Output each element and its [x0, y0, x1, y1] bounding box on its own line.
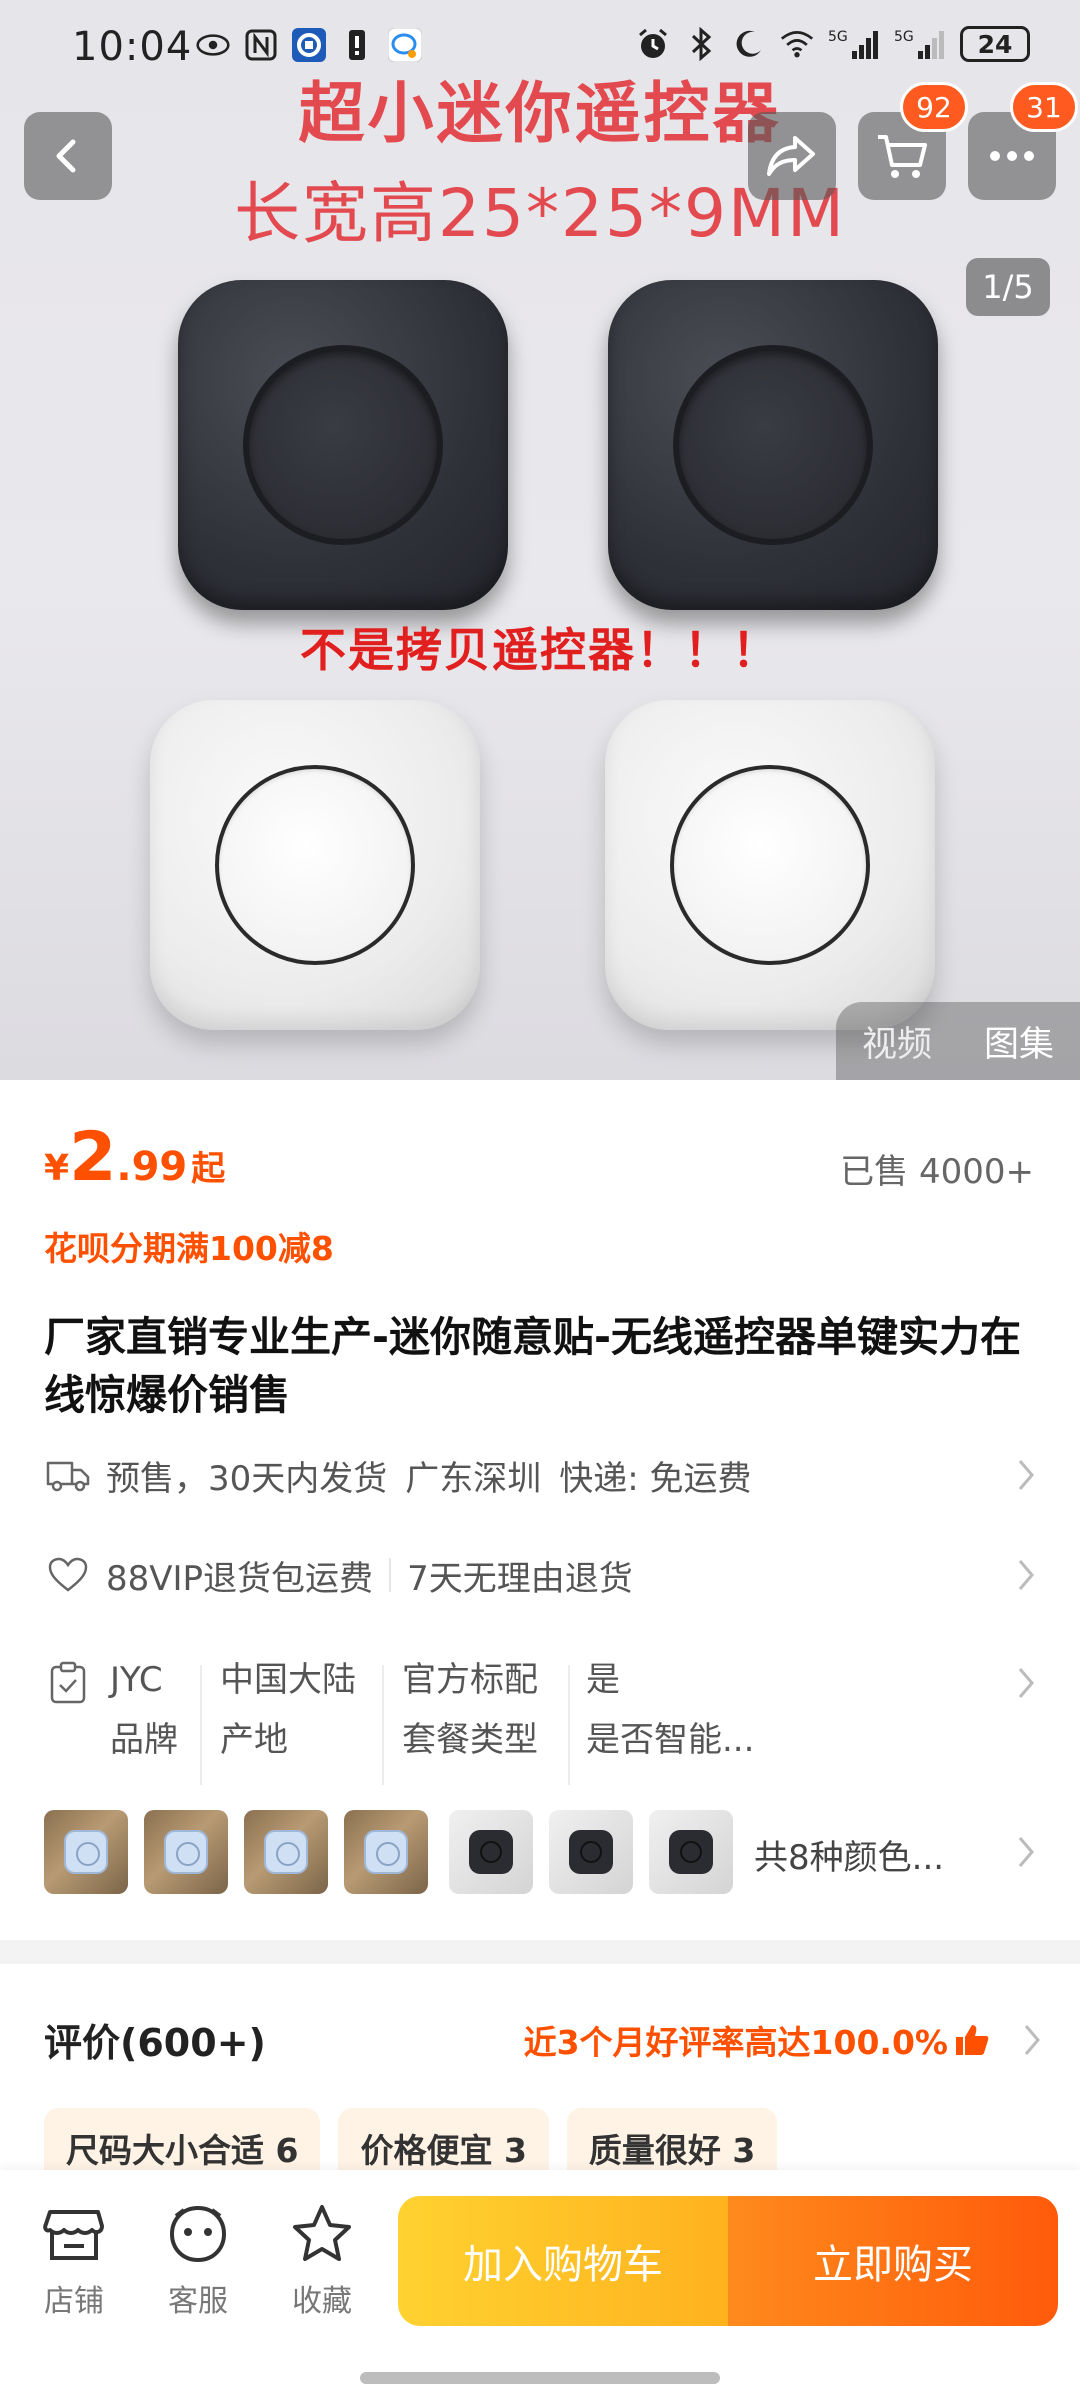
promo-not-copy: 不是拷贝遥控器！！！ — [300, 623, 780, 677]
installment-promo[interactable]: 花呗分期满100减8 — [44, 1222, 334, 1270]
moon-icon — [732, 27, 766, 61]
truck-icon — [44, 1451, 92, 1499]
media-tabs: 视频 图集 — [835, 1002, 1080, 1080]
spec-package: 官方标配 套餐类型 — [402, 1660, 538, 1760]
status-time: 10:04 — [72, 24, 193, 70]
spec-origin: 中国大陆 产地 — [220, 1660, 356, 1760]
express-text: 快递: 免运费 — [559, 1458, 752, 1499]
tab-video[interactable]: 视频 — [836, 1002, 958, 1080]
more-button[interactable]: 31 — [968, 82, 1078, 200]
cart-icon — [878, 135, 927, 178]
heart-icon — [44, 1551, 92, 1599]
service-row[interactable]: 88VIP退货包运费 7天无理由退货 — [44, 1540, 1036, 1610]
price-integer: 2 — [69, 1118, 117, 1197]
back-button[interactable] — [24, 112, 112, 200]
battery-indicator: 24 — [960, 26, 1030, 62]
svg-text:5G: 5G — [828, 29, 848, 45]
share-button[interactable] — [748, 112, 836, 200]
favorite-button[interactable]: 收藏 — [272, 2202, 372, 2320]
color-swatches[interactable]: 共8种颜色... — [44, 1810, 1036, 1902]
vip-return-text: 88VIP退货包运费 — [106, 1558, 374, 1599]
reviews-section[interactable]: 评价(600+) 近3个月好评率高达100.0% 尺码大小合适 6 价格便宜 3… — [0, 1964, 1080, 2188]
remote-black-right — [608, 280, 938, 610]
remote-black-left — [178, 280, 508, 610]
swatch-black[interactable] — [449, 1810, 533, 1894]
add-to-cart-button[interactable]: 加入购物车 — [398, 2196, 728, 2326]
section-divider — [0, 1940, 1080, 1964]
cart-count-badge: 92 — [900, 82, 968, 132]
buy-now-button[interactable]: 立即购买 — [728, 2196, 1058, 2326]
swatch-blue[interactable] — [344, 1810, 428, 1894]
eye-icon — [196, 28, 230, 62]
product-image-gallery[interactable]: 10:04 5G 5G 24 超小迷你遥控器 长宽高25*25*9MM 不是拷贝… — [0, 0, 1080, 1080]
presale-text: 预售，30天内发货 — [106, 1458, 388, 1499]
product-title: 厂家直销专业生产-迷你随意贴-无线遥控器单键实力在线惊爆价销售 — [44, 1313, 1022, 1419]
spec-brand: JYC 品牌 — [110, 1660, 178, 1760]
back-arrow-icon — [56, 139, 76, 173]
nfc-icon — [244, 28, 278, 62]
chat-app-icon — [388, 28, 422, 62]
bank-app-icon — [292, 28, 326, 62]
remote-white-left — [150, 700, 480, 1030]
thumbs-up-icon — [956, 2025, 989, 2055]
positive-rate: 近3个月好评率高达100.0% — [524, 2016, 990, 2064]
tab-gallery[interactable]: 图集 — [958, 1002, 1080, 1080]
swatch-blue[interactable] — [44, 1810, 128, 1894]
swatch-blue[interactable] — [144, 1810, 228, 1894]
more-icon — [990, 151, 1034, 161]
share-icon — [767, 136, 815, 176]
message-count-badge: 31 — [1010, 82, 1078, 132]
price-decimal: .99 — [116, 1144, 188, 1190]
origin-text: 广东深圳 — [405, 1458, 542, 1499]
sold-count: 已售 4000+ — [840, 1152, 1034, 1192]
reviews-title: 评价(600+) — [44, 2021, 266, 2065]
swatch-black[interactable] — [649, 1810, 733, 1894]
chevron-right-icon — [1022, 2022, 1042, 2062]
wifi-icon — [780, 27, 814, 61]
signal-5g-icon: 5G — [828, 27, 880, 61]
svg-text:5G: 5G — [894, 29, 914, 45]
chevron-right-icon — [1016, 1834, 1036, 1874]
chat-face-icon — [169, 2205, 227, 2263]
shipping-row[interactable]: 预售，30天内发货 广东深圳 快递: 免运费 — [44, 1440, 1036, 1510]
spec-smart: 是 是否智能... — [586, 1660, 755, 1760]
star-icon — [293, 2205, 351, 2261]
swatch-black[interactable] — [549, 1810, 633, 1894]
price-suffix: 起 — [191, 1149, 226, 1189]
customer-service-button[interactable]: 客服 — [148, 2202, 248, 2320]
shop-icon — [43, 2210, 104, 2260]
chevron-right-icon — [1016, 1557, 1036, 1602]
signal-5g-icon-2: 5G — [894, 27, 946, 61]
status-right-icons: 5G 5G 24 — [636, 26, 1030, 62]
alarm-icon — [636, 27, 670, 61]
chevron-right-icon — [1016, 1457, 1036, 1502]
remote-white-right — [605, 700, 935, 1030]
status-left-icons — [196, 28, 422, 62]
alert-icon — [340, 28, 374, 62]
price-currency: ¥ — [44, 1148, 70, 1189]
cart-button[interactable]: 92 — [858, 82, 968, 200]
spec-row[interactable]: JYC 品牌 中国大陆 产地 官方标配 套餐类型 是 是否智能... — [44, 1655, 1036, 1795]
no-reason-return-text: 7天无理由退货 — [407, 1558, 633, 1599]
bluetooth-icon — [684, 27, 718, 61]
home-indicator[interactable] — [360, 2372, 720, 2384]
shop-button[interactable]: 店铺 — [24, 2202, 124, 2320]
product-info: ¥ 2 .99 起 已售 4000+ 花呗分期满100减8 厂家直销专业生产-迷… — [0, 1080, 1080, 1940]
swatch-blue[interactable] — [244, 1810, 328, 1894]
chevron-right-icon — [1016, 1665, 1036, 1705]
clipboard-icon — [44, 1659, 92, 1707]
color-count-text: 共8种颜色... — [754, 1838, 945, 1878]
bottom-action-bar: 店铺 客服 收藏 加入购物车 立即购买 — [0, 2170, 1080, 2400]
price: ¥ 2 .99 起 — [44, 1118, 225, 1197]
image-counter: 1/5 — [966, 258, 1050, 316]
